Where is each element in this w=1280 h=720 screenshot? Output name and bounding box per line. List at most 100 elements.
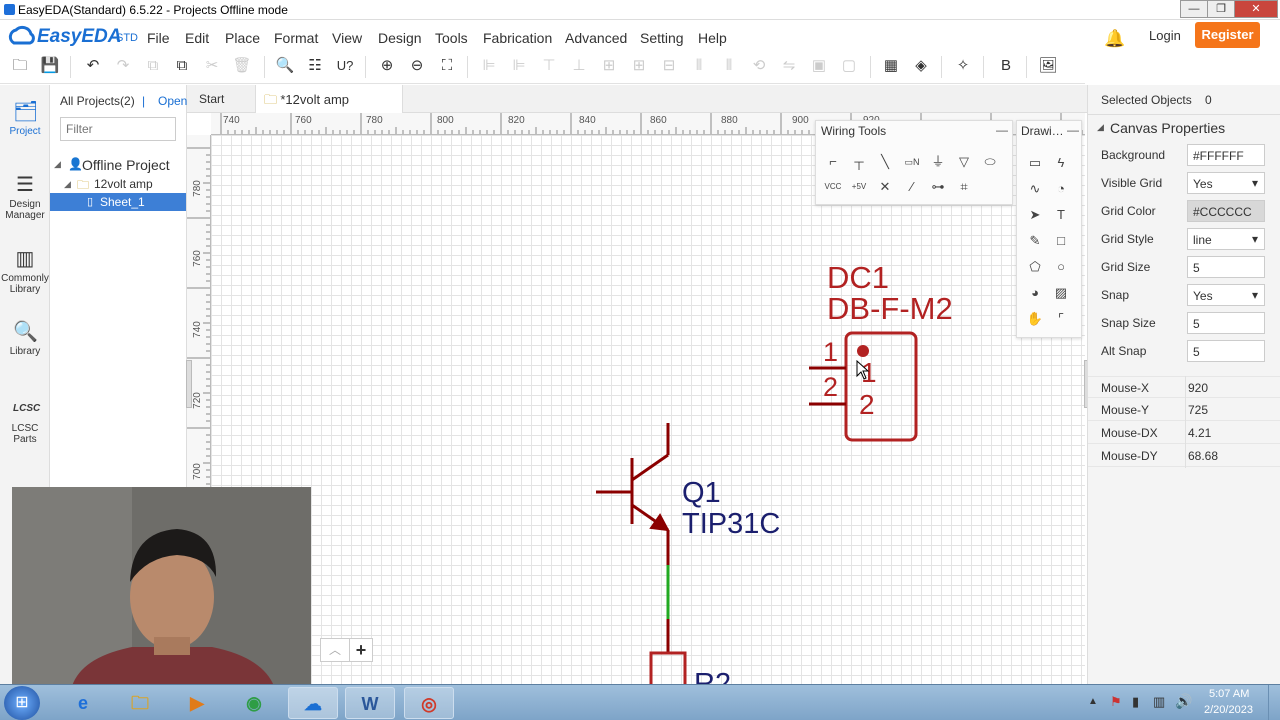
menu-advanced[interactable]: Advanced [565, 30, 627, 46]
menu-edit[interactable]: Edit [185, 30, 209, 46]
ie-icon[interactable]: e [58, 687, 108, 719]
q1-collector[interactable] [631, 453, 669, 482]
taskbar-time[interactable]: 5:07 AM [1209, 688, 1249, 700]
pin-icon[interactable]: ⊶ [927, 176, 949, 198]
distribute-v-icon[interactable]: ⫴ [719, 57, 739, 75]
alt-snap-input[interactable]: 5 [1187, 340, 1265, 362]
tree-root[interactable]: Offline Project [82, 157, 170, 173]
group-icon[interactable]: ▣ [809, 57, 829, 75]
probe-icon[interactable]: ⁄ [901, 176, 923, 198]
filter-input[interactable] [60, 117, 176, 141]
arrow-icon[interactable]: ➤ [1024, 204, 1046, 226]
pie-icon[interactable]: ◕ [1024, 282, 1046, 304]
tree-project[interactable]: 12volt amp [94, 177, 153, 191]
tab-12volt-amp[interactable]: 🗀 *12volt amp [255, 85, 403, 113]
rectangle-icon[interactable]: □ [1050, 230, 1072, 252]
minimize-button[interactable]: — [1180, 0, 1208, 18]
background-color-input[interactable]: #FFFFFF [1187, 144, 1265, 166]
wiring-tools-collapse[interactable]: — [996, 123, 1008, 137]
all-projects-link[interactable]: All Projects(2) [60, 94, 135, 108]
menu-file[interactable]: File [147, 30, 170, 46]
nav-project[interactable]: 🗂 Project [0, 101, 50, 137]
vcc-icon[interactable]: VCC [822, 176, 844, 198]
grid-color-input[interactable]: #CCCCCC [1187, 200, 1265, 222]
close-button[interactable]: ✕ [1234, 0, 1278, 18]
show-desktop-button[interactable] [1268, 685, 1280, 720]
cut-icon[interactable]: ✂ [202, 57, 222, 75]
find-list-icon[interactable]: ☷ [305, 57, 325, 75]
nav-design-manager[interactable]: ☰ Design Manager [0, 174, 50, 221]
bus-entry-icon[interactable]: ┬ [848, 151, 870, 173]
delete-icon[interactable]: 🗑 [232, 57, 252, 75]
save-icon[interactable]: 💾 [40, 57, 60, 75]
easyeda-taskbar-icon[interactable]: ☁ [288, 687, 338, 719]
distribute-h-icon[interactable]: ⫴ [689, 57, 709, 75]
align-center-h-icon[interactable]: ⊞ [599, 57, 619, 75]
menu-format[interactable]: Format [274, 30, 318, 46]
zoom-out-icon[interactable]: ⊖ [407, 57, 427, 75]
chrome-icon[interactable]: ◉ [229, 687, 279, 719]
net-flag-icon[interactable]: ▽ [953, 151, 975, 173]
image-tool-icon[interactable]: ▨ [1050, 282, 1072, 304]
bus-icon[interactable]: ╲ [874, 151, 896, 173]
recorder-icon[interactable]: ◎ [404, 687, 454, 719]
q1-part-name[interactable]: TIP31C [682, 508, 780, 541]
pencil-icon[interactable]: ✎ [1024, 230, 1046, 252]
ungroup-icon[interactable]: ▢ [839, 57, 859, 75]
ground-icon[interactable]: ⏚ [927, 151, 949, 173]
schematic-canvas[interactable]: DC1 DB-F-M2 1 2 1 2 Q1 TIP31C R2 ︿ + [211, 135, 1085, 700]
snap-size-input[interactable]: 5 [1187, 312, 1265, 334]
explorer-icon[interactable]: 🗀 [115, 687, 165, 719]
corner-icon[interactable]: ⌜ [1050, 308, 1072, 330]
grid-style-select[interactable]: line [1187, 228, 1265, 250]
align-center-v-icon[interactable]: ⊞ [629, 57, 649, 75]
start-button[interactable]: ⊞ [4, 686, 40, 720]
dc1-body[interactable] [844, 331, 918, 442]
unknown-symbol-icon[interactable]: U? [335, 57, 355, 75]
zoom-in-icon[interactable]: ⊕ [377, 57, 397, 75]
align-right-icon[interactable]: ⊫ [509, 57, 529, 75]
net-label-icon[interactable]: ▭N [901, 151, 923, 173]
polygon-icon[interactable]: ⬠ [1024, 256, 1046, 278]
circle-icon[interactable]: ○ [1050, 256, 1072, 278]
maximize-button[interactable]: ❐ [1207, 0, 1235, 18]
no-connect-icon[interactable]: ✕ [874, 176, 896, 198]
hand-icon[interactable]: ✋ [1024, 308, 1046, 330]
media-player-icon[interactable]: ▶ [172, 687, 222, 719]
tray-volume-icon[interactable]: 🔊 [1175, 693, 1192, 710]
align-top-icon[interactable]: ⊤ [539, 57, 559, 75]
tree-sheet-selected[interactable]: ▯ Sheet_1 [50, 193, 186, 211]
tray-network-icon[interactable]: ▥ [1153, 694, 1165, 710]
bell-icon[interactable]: 🔔 [1104, 29, 1125, 49]
bom-icon[interactable]: B [996, 57, 1016, 75]
arc-icon[interactable]: ◔ [1050, 178, 1072, 200]
undo-icon[interactable]: ↶ [83, 57, 103, 75]
r2-body[interactable] [649, 651, 687, 685]
layers-icon[interactable]: ◈ [911, 57, 931, 75]
image-icon[interactable]: 🖼 [1038, 57, 1058, 75]
menu-view[interactable]: View [332, 30, 362, 46]
group-select-icon[interactable]: ⌗ [953, 176, 975, 198]
q1-designator[interactable]: Q1 [682, 477, 721, 510]
align-grid-icon[interactable]: ⊟ [659, 57, 679, 75]
menu-setting[interactable]: Setting [640, 30, 684, 46]
nav-commonly-library[interactable]: ▥ Commonly Library [0, 248, 50, 295]
tray-flag-icon[interactable]: ⚑ [1110, 694, 1122, 710]
redo-icon[interactable]: ↷ [113, 57, 133, 75]
taskbar-date[interactable]: 2/20/2023 [1204, 704, 1253, 716]
bezier-icon[interactable]: ∿ [1024, 178, 1046, 200]
word-icon[interactable]: W [345, 687, 395, 719]
menu-place[interactable]: Place [225, 30, 260, 46]
open-folder-icon[interactable]: 🗀 [10, 57, 30, 75]
menu-design[interactable]: Design [378, 30, 422, 46]
drawing-tools-collapse[interactable]: — [1067, 123, 1079, 137]
expand-arrow-icon[interactable]: ◢ [64, 179, 71, 190]
login-link[interactable]: Login [1149, 28, 1181, 43]
nav-library[interactable]: 🔍 Library [0, 321, 50, 357]
net-port-icon[interactable]: ⬭ [979, 151, 1001, 173]
menu-help[interactable]: Help [698, 30, 727, 46]
grid-size-input[interactable]: 5 [1187, 256, 1265, 278]
image-export-icon[interactable]: ▦ [881, 57, 901, 75]
flip-icon[interactable]: ⇋ [779, 57, 799, 75]
scroll-up-icon[interactable]: ︿ [320, 638, 350, 662]
